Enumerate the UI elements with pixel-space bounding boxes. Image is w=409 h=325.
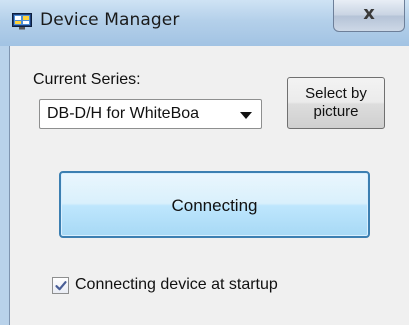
- startup-checkbox[interactable]: [52, 277, 69, 294]
- chevron-down-icon[interactable]: [240, 112, 252, 119]
- current-series-label: Current Series:: [33, 71, 141, 88]
- connecting-button[interactable]: Connecting: [59, 171, 370, 238]
- series-dropdown-value: DB-D/H for WhiteBoa: [47, 105, 200, 122]
- close-icon: x: [363, 3, 375, 24]
- select-by-picture-label-line2: picture: [313, 103, 359, 120]
- connecting-button-label: Connecting: [171, 196, 258, 215]
- series-dropdown[interactable]: DB-D/H for WhiteBoa: [39, 99, 262, 129]
- title-bar[interactable]: Device Manager x: [0, 0, 409, 47]
- close-button[interactable]: x: [333, 0, 405, 32]
- window-title: Device Manager: [40, 10, 180, 30]
- startup-checkbox-label: Connecting device at startup: [75, 276, 278, 293]
- select-by-picture-button[interactable]: Select by picture: [287, 77, 385, 129]
- device-manager-icon: [12, 13, 32, 30]
- device-manager-window: Device Manager x Current Series: DB-D/H …: [0, 0, 409, 325]
- checkmark-icon: [55, 281, 67, 291]
- select-by-picture-label-line1: Select by: [305, 85, 367, 102]
